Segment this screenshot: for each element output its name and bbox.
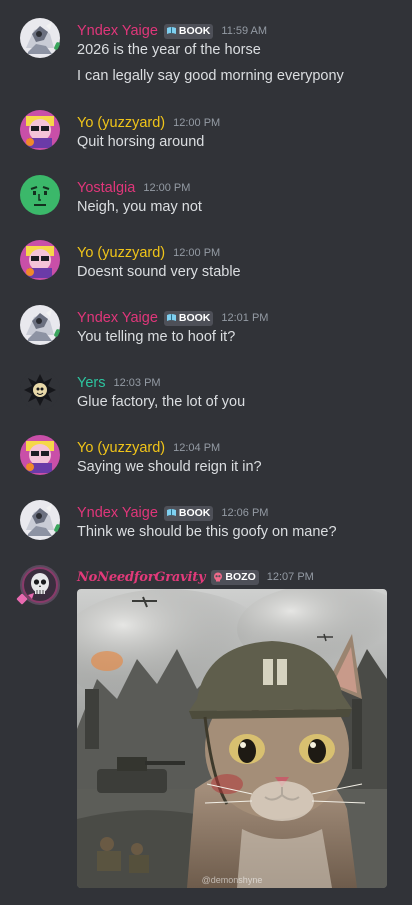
timestamp[interactable]: 12:07 PM — [267, 571, 314, 583]
author-name[interactable]: Yndex Yaige — [77, 310, 158, 326]
avatar-yndex-yaige[interactable] — [20, 18, 60, 58]
message-text: 2026 is the year of the horse — [77, 42, 261, 58]
book-icon — [166, 508, 177, 518]
server-tag[interactable]: BOOK — [163, 310, 214, 326]
timestamp[interactable]: 12:04 PM — [173, 442, 220, 454]
avatar-image — [20, 240, 60, 280]
server-tag[interactable]: BOZO — [211, 569, 259, 585]
message-text: Quit horsing around — [77, 134, 205, 150]
message-header: Yndex Yaige BOOK 11:59 AM — [77, 20, 267, 42]
author-name[interactable]: Yers — [77, 375, 105, 391]
timestamp[interactable]: 11:59 AM — [221, 25, 267, 37]
message-text: Think we should be this goofy on mane? — [77, 524, 337, 540]
server-tag-label: BOOK — [178, 312, 211, 324]
author-name[interactable]: NoNeedforGravity — [77, 570, 206, 585]
timestamp[interactable]: 12:00 PM — [173, 247, 220, 259]
book-icon — [166, 313, 177, 323]
author-name[interactable]: Yndex Yaige — [77, 23, 158, 39]
avatar-yuzzyard[interactable] — [20, 110, 60, 150]
chat-message-list: Yndex Yaige BOOK 11:59 AM 2026 is the ye… — [0, 0, 412, 905]
avatar-image — [20, 305, 60, 345]
avatar-yostalgia[interactable] — [20, 175, 60, 215]
message-header: Yndex Yaige BOOK 12:01 PM — [77, 307, 268, 329]
server-tag[interactable]: BOOK — [163, 505, 214, 521]
avatar-yndex-yaige[interactable] — [20, 305, 60, 345]
server-tag-label: BOOK — [178, 25, 211, 37]
timestamp[interactable]: 12:01 PM — [221, 312, 268, 324]
avatar-image — [20, 435, 60, 475]
avatar-image — [20, 18, 60, 58]
server-tag-label: BOZO — [225, 571, 256, 583]
avatar-yuzzyard[interactable] — [20, 435, 60, 475]
message-text: I can legally say good morning everypony — [77, 68, 344, 84]
timestamp[interactable]: 12:00 PM — [143, 182, 190, 194]
server-tag-label: BOOK — [178, 507, 211, 519]
message-header: Yo (yuzzyard) 12:04 PM — [77, 437, 220, 459]
message-text: Glue factory, the lot of you — [77, 394, 246, 410]
timestamp[interactable]: 12:06 PM — [221, 507, 268, 519]
message-header: NoNeedforGravity BOZO 12:07 PM — [77, 566, 314, 588]
message-text: Neigh, you may not — [77, 199, 202, 215]
author-name[interactable]: Yo (yuzzyard) — [77, 115, 165, 131]
book-icon — [166, 26, 177, 36]
message-header: Yo (yuzzyard) 12:00 PM — [77, 242, 220, 264]
war-cat-image — [77, 589, 387, 888]
avatar-image — [20, 500, 60, 540]
message-header: Yostalgia 12:00 PM — [77, 177, 190, 199]
author-name[interactable]: Yndex Yaige — [77, 505, 158, 521]
avatar-image — [20, 110, 60, 150]
image-watermark: @demonshyne — [201, 875, 263, 885]
author-name[interactable]: Yo (yuzzyard) — [77, 440, 165, 456]
avatar-yndex-yaige[interactable] — [20, 500, 60, 540]
author-name[interactable]: Yostalgia — [77, 180, 135, 196]
timestamp[interactable]: 12:00 PM — [173, 117, 220, 129]
image-attachment[interactable]: @demonshyne — [77, 589, 387, 888]
avatar-image — [20, 370, 60, 410]
message-header: Yo (yuzzyard) 12:00 PM — [77, 112, 220, 134]
avatar-yers[interactable] — [20, 370, 60, 410]
message-text: You telling me to hoof it? — [77, 329, 236, 345]
skull-icon — [213, 572, 223, 582]
avatar-yuzzyard[interactable] — [20, 240, 60, 280]
author-name[interactable]: Yo (yuzzyard) — [77, 245, 165, 261]
message-header: Yndex Yaige BOOK 12:06 PM — [77, 502, 268, 524]
avatar-image — [20, 175, 60, 215]
message-text: Saying we should reign it in? — [77, 459, 262, 475]
message-text: Doesnt sound very stable — [77, 264, 241, 280]
message-header: Yers 12:03 PM — [77, 372, 161, 394]
timestamp[interactable]: 12:03 PM — [113, 377, 160, 389]
server-tag[interactable]: BOOK — [163, 23, 214, 39]
